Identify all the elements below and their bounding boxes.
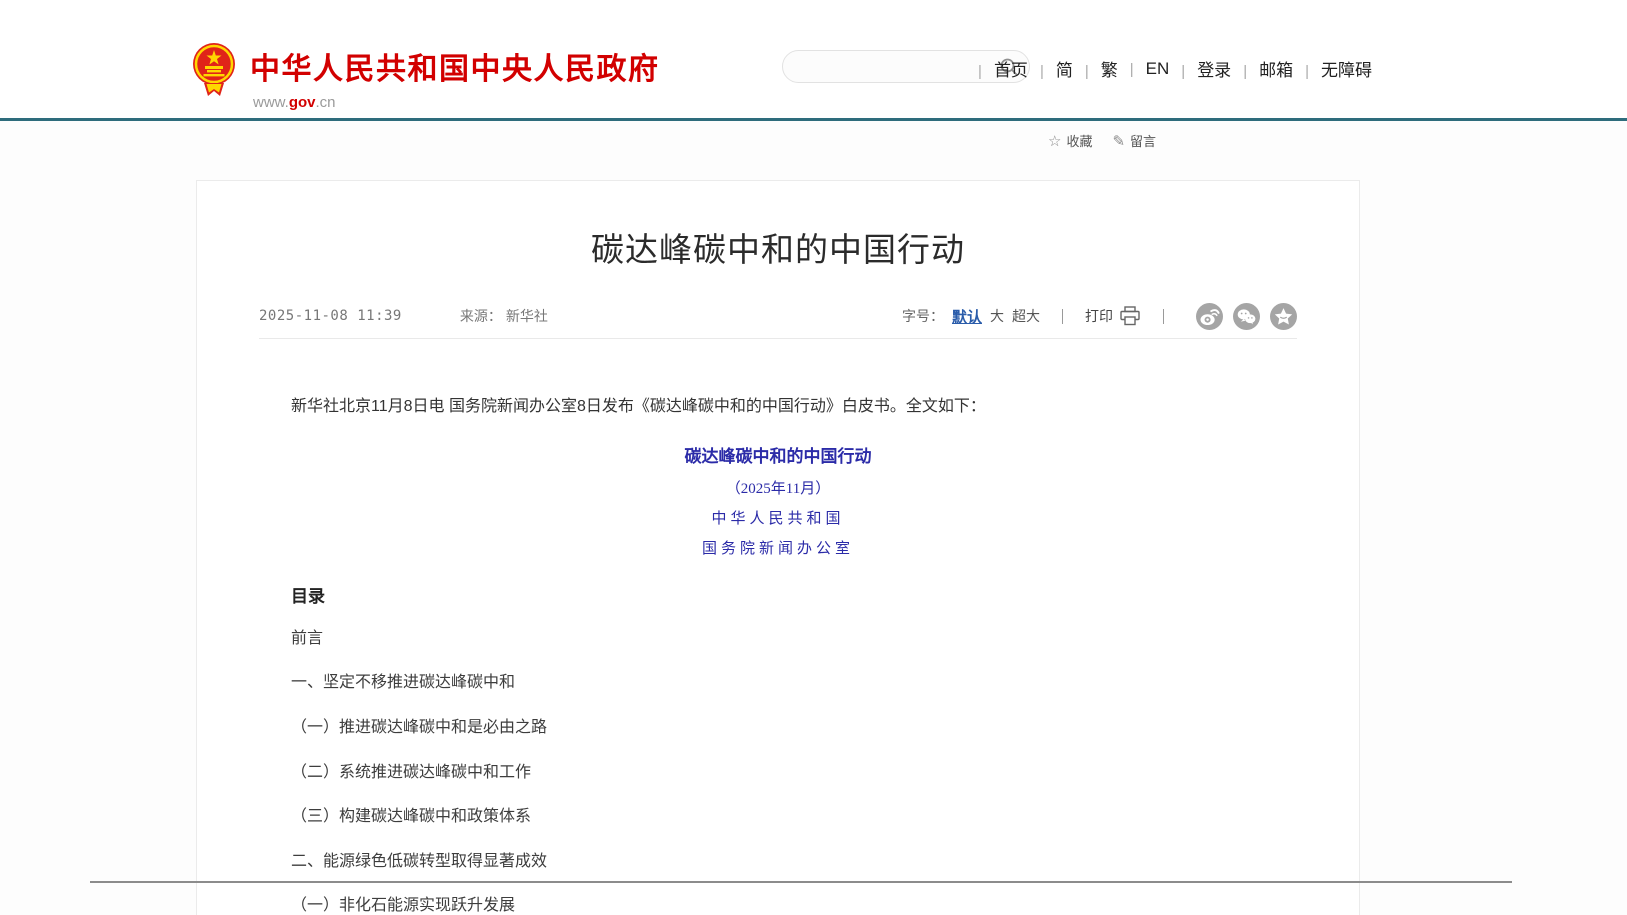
site-url-highlight: gov bbox=[289, 94, 316, 111]
toc-item: （一）非化石能源实现跃升发展 bbox=[291, 897, 1265, 915]
top-nav-item[interactable]: 首页 bbox=[966, 56, 1028, 81]
site-header: 中华人民共和国中央人民政府 www.gov.cn 首页 简 繁 EN bbox=[0, 0, 1627, 118]
toolbar-divider bbox=[1163, 309, 1164, 324]
site-identity: 中华人民共和国中央人民政府 www.gov.cn bbox=[250, 44, 660, 111]
top-nav-item[interactable]: 简 bbox=[1028, 56, 1073, 81]
toc-item: （三）构建碳达峰碳中和政策体系 bbox=[291, 808, 1265, 826]
article-meta-left: 2025-11-08 11:39 来源： 新华社 bbox=[259, 306, 548, 326]
doc-issuer-line1: 中华人民共和国 bbox=[291, 507, 1265, 528]
font-size-xlarge-button[interactable]: 超大 bbox=[1012, 306, 1040, 326]
page: 中华人民共和国中央人民政府 www.gov.cn 首页 简 繁 EN bbox=[0, 0, 1627, 915]
weibo-share-icon[interactable] bbox=[1196, 303, 1223, 330]
pencil-icon: ✎ bbox=[1112, 132, 1125, 150]
comment-label: 留言 bbox=[1130, 131, 1156, 150]
article-toolbar: 字号： 默认 大 超大 打印 bbox=[902, 303, 1297, 330]
meta-divider bbox=[259, 338, 1297, 339]
qzone-star-icon[interactable] bbox=[1270, 303, 1297, 330]
publish-date: 2025-11-08 11:39 bbox=[259, 308, 402, 324]
comment-link[interactable]: ✎ 留言 bbox=[1112, 131, 1156, 150]
doc-title: 碳达峰碳中和的中国行动 bbox=[291, 442, 1265, 467]
source-label: 来源： bbox=[460, 306, 502, 326]
doc-issuer-line2: 国务院新闻办公室 bbox=[291, 537, 1265, 558]
font-size-label: 字号： bbox=[902, 306, 944, 326]
window-bottom-edge bbox=[90, 881, 1512, 883]
toc-item: 一、坚定不移推进碳达峰碳中和 bbox=[291, 674, 1265, 692]
article-body: 新华社北京11月8日电 国务院新闻办公室8日发布《碳达峰碳中和的中国行动》白皮书… bbox=[197, 397, 1359, 915]
source-name[interactable]: 新华社 bbox=[506, 306, 548, 326]
toc-heading: 目录 bbox=[291, 582, 1265, 607]
national-emblem-logo[interactable] bbox=[191, 40, 237, 96]
top-nav-item[interactable]: 繁 bbox=[1073, 56, 1118, 81]
site-url-prefix: www. bbox=[253, 94, 289, 111]
printer-icon[interactable] bbox=[1119, 306, 1141, 326]
header-rule bbox=[0, 118, 1627, 121]
toc-item: （二）系统推进碳达峰碳中和工作 bbox=[291, 764, 1265, 782]
site-url-suffix: .cn bbox=[316, 94, 336, 111]
top-nav-item[interactable]: 无障碍 bbox=[1293, 56, 1372, 81]
doc-date: （2025年11月） bbox=[291, 477, 1265, 498]
font-size-default-button[interactable]: 默认 bbox=[952, 306, 982, 327]
top-nav-item[interactable]: 登录 bbox=[1169, 56, 1231, 81]
print-button[interactable]: 打印 bbox=[1085, 306, 1113, 326]
top-nav-item[interactable]: 邮箱 bbox=[1231, 56, 1293, 81]
article-title: 碳达峰碳中和的中国行动 bbox=[197, 223, 1359, 271]
top-nav: 首页 简 繁 EN 登录 邮箱 无障碍 bbox=[966, 56, 1372, 81]
intro-paragraph: 新华社北京11月8日电 国务院新闻办公室8日发布《碳达峰碳中和的中国行动》白皮书… bbox=[291, 397, 1265, 418]
page-actions: ☆ 收藏 ✎ 留言 bbox=[1048, 131, 1156, 150]
font-size-large-button[interactable]: 大 bbox=[990, 306, 1004, 326]
national-emblem-icon bbox=[191, 40, 237, 96]
article-meta-row: 2025-11-08 11:39 来源： 新华社 字号： 默认 大 超大 打印 bbox=[197, 305, 1359, 327]
site-url[interactable]: www.gov.cn bbox=[253, 94, 660, 111]
toc-item: 前言 bbox=[291, 630, 1265, 648]
favorite-label: 收藏 bbox=[1066, 131, 1092, 150]
toc-item: （一）推进碳达峰碳中和是必由之路 bbox=[291, 719, 1265, 737]
star-outline-icon: ☆ bbox=[1048, 132, 1061, 150]
wechat-share-icon[interactable] bbox=[1233, 303, 1260, 330]
toc-item: 二、能源绿色低碳转型取得显著成效 bbox=[291, 853, 1265, 871]
toc-list: 前言 一、坚定不移推进碳达峰碳中和 （一）推进碳达峰碳中和是必由之路 （二）系统… bbox=[291, 630, 1265, 915]
site-title[interactable]: 中华人民共和国中央人民政府 bbox=[250, 44, 660, 88]
favorite-link[interactable]: ☆ 收藏 bbox=[1048, 131, 1092, 150]
top-nav-item[interactable]: EN bbox=[1118, 59, 1170, 79]
toolbar-divider bbox=[1062, 309, 1063, 324]
article-card: 碳达峰碳中和的中国行动 2025-11-08 11:39 来源： 新华社 字号：… bbox=[196, 180, 1360, 915]
